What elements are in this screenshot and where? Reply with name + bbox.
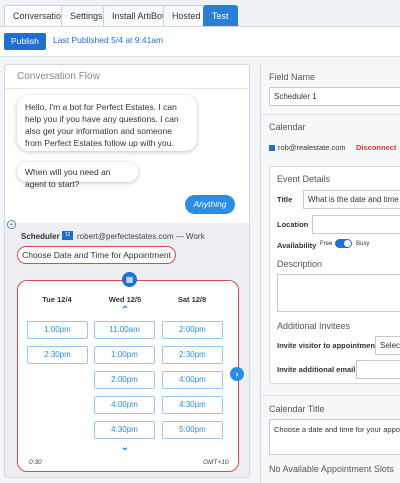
user-reply-bubble[interactable]: Anything <box>185 195 235 214</box>
time-slot[interactable]: 2:00pm <box>162 321 223 339</box>
disconnect-link[interactable]: Disconnect <box>356 143 396 152</box>
description-input[interactable] <box>277 274 400 312</box>
location-label: Location <box>277 220 309 229</box>
field-name-label: Field Name <box>269 72 316 82</box>
time-slot[interactable]: 2:00pm <box>94 371 155 389</box>
time-slot[interactable]: 2:30pm <box>162 346 223 364</box>
publish-bar: Publish Last Published 5/4 at 9:41am <box>0 27 400 57</box>
title-label: Title <box>277 195 293 204</box>
calendar-icon: 12 <box>62 231 73 240</box>
time-slot[interactable]: 2:30pm <box>27 346 88 364</box>
event-details-label: Event Details <box>277 174 331 184</box>
calendar-title-input[interactable]: Choose a date and time for your appoint <box>269 419 400 455</box>
scheduler-account: robert@perfectestates.com — Work <box>77 232 205 241</box>
description-label: Description <box>277 259 323 269</box>
additional-invitees-label: Additional Invitees <box>277 321 351 331</box>
busy-label: Busy <box>356 241 370 247</box>
availability-label: Availability <box>277 241 317 250</box>
field-settings-panel: Field Name Scheduler 1 Calendar rob@real… <box>260 64 400 483</box>
time-slot[interactable]: 4:00pm <box>94 396 155 414</box>
time-slot[interactable]: 4:30pm <box>162 396 223 414</box>
tab-test[interactable]: Test <box>203 5 238 26</box>
time-slot[interactable]: 1:00pm <box>94 346 155 364</box>
question-bubble[interactable]: When will you need an agent to start? <box>17 162 138 189</box>
picker-calendar-icon: ▦ <box>122 272 137 287</box>
panel-title: Conversation Flow <box>5 65 249 89</box>
timezone-label: GMT+10 <box>203 459 229 466</box>
invite-visitor-select[interactable]: Select <box>375 336 400 355</box>
publish-button[interactable]: Publish <box>4 33 46 50</box>
chevron-down-icon[interactable]: ⌄ <box>115 442 135 453</box>
time-slot[interactable]: 4:30pm <box>94 421 155 439</box>
availability-toggle[interactable] <box>335 239 352 248</box>
calendar-title-label: Calendar Title <box>269 404 325 414</box>
tab-bar: Conversation Settings Install ArtiBot Ho… <box>0 0 400 27</box>
bot-message-bubble[interactable]: Hello, I'm a bot for Perfect Estates. I … <box>17 95 197 151</box>
add-step-icon[interactable]: + <box>7 220 16 229</box>
calendar-account-icon <box>269 145 275 151</box>
free-label: Free <box>320 241 333 247</box>
choose-date-prompt[interactable]: Choose Date and Time for Appointment <box>17 246 176 264</box>
divider <box>261 395 400 396</box>
location-input[interactable] <box>312 215 400 234</box>
calendar-email: rob@realestate.com <box>278 143 346 152</box>
no-slots-label: No Available Appointment Slots <box>269 464 394 474</box>
next-days-arrow-icon[interactable]: › <box>230 367 244 381</box>
title-input[interactable]: What is the date and time of yo <box>303 190 400 209</box>
invite-email-input[interactable] <box>356 360 400 379</box>
time-slot[interactable]: 1:00pm <box>27 321 88 339</box>
day-header: Tue 12/4 <box>42 295 72 304</box>
calendar-label: Calendar <box>269 122 306 132</box>
time-slot[interactable]: 5:00pm <box>162 421 223 439</box>
scheduler-label: Scheduler <box>21 232 60 241</box>
conversation-flow-panel: Conversation Flow Hello, I'm a bot for P… <box>4 64 250 478</box>
field-name-input[interactable]: Scheduler 1 <box>269 87 400 106</box>
duration-label: 0:30 <box>29 459 42 466</box>
chevron-up-icon[interactable]: ⌃ <box>115 305 135 316</box>
day-header: Sat 12/8 <box>177 295 207 304</box>
invite-email-label: Invite additional email <box>277 365 356 374</box>
time-slot[interactable]: 4:00pm <box>162 371 223 389</box>
divider <box>261 114 400 115</box>
invite-visitor-label: Invite visitor to appointment <box>277 341 378 350</box>
last-published-text: Last Published 5/4 at 9:41am <box>53 35 164 45</box>
day-header: Wed 12/5 <box>108 295 142 304</box>
time-slot[interactable]: 11:00am <box>94 321 155 339</box>
